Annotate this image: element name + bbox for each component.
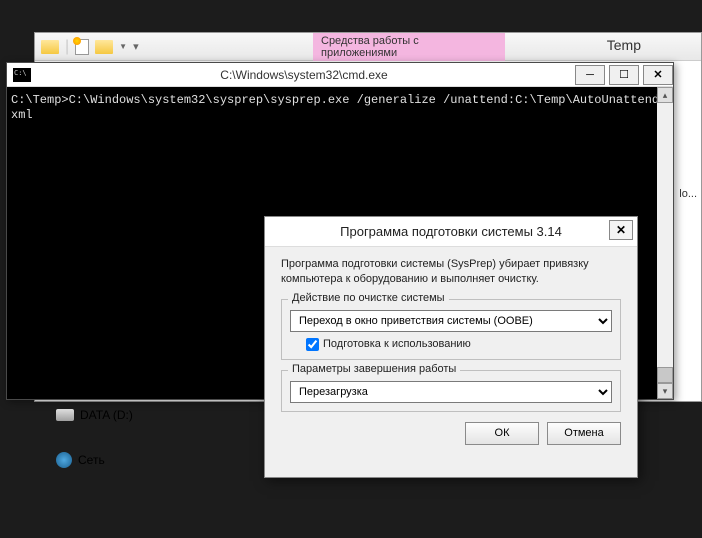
cleanup-label: Действие по очистке системы [288,292,449,304]
cmd-title: C:\Windows\system32\cmd.exe [37,68,571,82]
tree-item-data-drive[interactable]: DATA (D:) [56,404,133,426]
sysprep-titlebar[interactable]: Программа подготовки системы 3.14 ✕ [265,217,637,247]
explorer-toolbar: | ▼ ▾ Средства работы с приложениями Tem… [35,33,701,61]
cmd-titlebar[interactable]: C:\Windows\system32\cmd.exe ─ ☐ ✕ [7,63,673,87]
ok-button[interactable]: ОК [465,422,539,445]
shutdown-select[interactable]: Перезагрузка [290,381,612,403]
explorer-tree: DATA (D:) Сеть [56,404,133,494]
ribbon-contextual-tab[interactable]: Средства работы с приложениями [313,33,505,61]
generalize-label: Подготовка к использованию [323,338,471,350]
chevron-down-icon[interactable]: ▼ [119,42,127,51]
cmd-icon [13,68,31,82]
network-icon [56,452,72,468]
generalize-checkbox-row[interactable]: Подготовка к использованию [290,338,612,351]
tree-item-label: Сеть [78,453,105,467]
shutdown-label: Параметры завершения работы [288,363,460,375]
close-button[interactable]: ✕ [609,220,633,240]
scroll-up-button[interactable]: ▴ [657,87,673,103]
cmd-scrollbar[interactable]: ▴ ▾ [657,87,673,399]
toolbar-separator: | [65,38,69,56]
folder-icon[interactable] [41,40,59,54]
tree-item-label: DATA (D:) [80,408,133,422]
new-file-icon[interactable] [75,39,89,55]
truncated-label: lo... [679,188,697,200]
sysprep-title: Программа подготовки системы 3.14 [340,224,562,239]
scroll-thumb[interactable] [657,367,673,383]
explorer-title: Temp [607,37,641,53]
cmd-output: C:\Temp>C:\Windows\system32\sysprep\sysp… [11,93,669,123]
minimize-button[interactable]: ─ [575,65,605,85]
toolbar-overflow[interactable]: ▾ [133,40,139,53]
disk-icon [56,409,74,421]
cleanup-group: Действие по очистке системы Переход в ок… [281,299,621,360]
cancel-button[interactable]: Отмена [547,422,621,445]
close-button[interactable]: ✕ [643,65,673,85]
folder-dropdown-icon[interactable] [95,40,113,54]
scroll-down-button[interactable]: ▾ [657,383,673,399]
tree-item-network[interactable]: Сеть [56,448,133,472]
maximize-button[interactable]: ☐ [609,65,639,85]
sysprep-dialog: Программа подготовки системы 3.14 ✕ Прог… [264,216,638,478]
sysprep-description: Программа подготовки системы (SysPrep) у… [281,257,621,287]
cleanup-select[interactable]: Переход в окно приветствия системы (OOBE… [290,310,612,332]
generalize-checkbox[interactable] [306,338,319,351]
shutdown-group: Параметры завершения работы Перезагрузка [281,370,621,412]
